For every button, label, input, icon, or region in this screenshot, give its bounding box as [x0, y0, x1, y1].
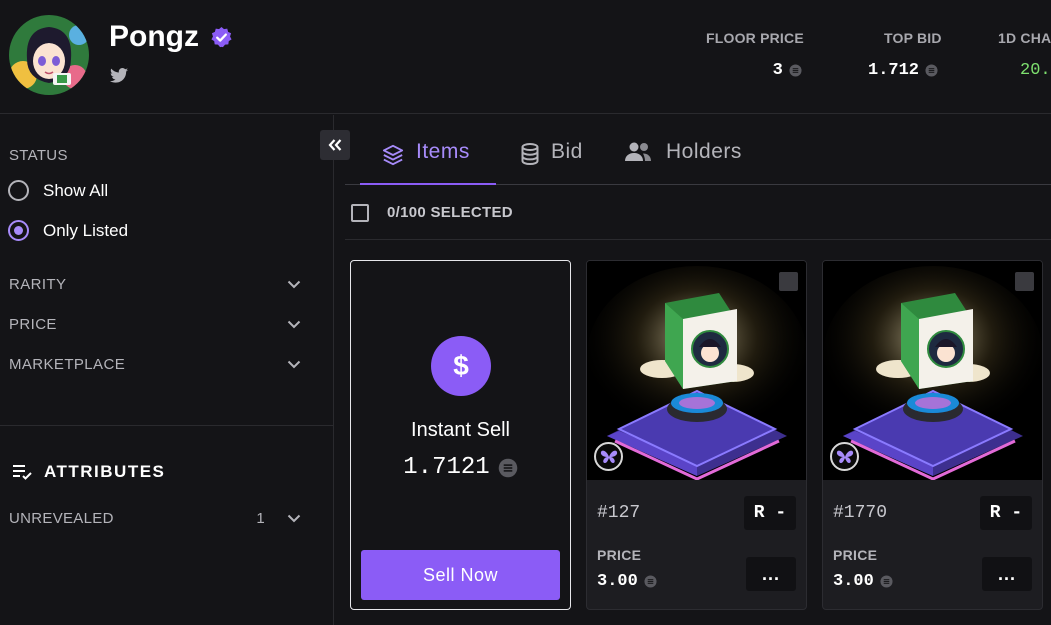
- rank-button[interactable]: R -: [744, 496, 796, 530]
- collection-header: Pongz FLOOR PRICE 3 TOP BID 1.712 1D CHA…: [0, 0, 1051, 114]
- status-option-only-listed[interactable]: Only Listed: [8, 220, 128, 241]
- sol-coin-icon: [925, 64, 938, 77]
- stat-floor-price: FLOOR PRICE 3: [706, 30, 804, 80]
- price-label: PRICE: [597, 547, 642, 563]
- stat-label: TOP BID: [884, 30, 942, 46]
- rank-button[interactable]: R -: [980, 496, 1032, 530]
- attributes-heading: ATTRIBUTES: [12, 462, 165, 482]
- chevron-down-icon: [287, 514, 301, 523]
- tab-label: Holders: [666, 140, 742, 163]
- stat-1d-change: 1D CHA 20.: [998, 30, 1051, 80]
- stat-value: 3: [772, 61, 783, 80]
- filter-rarity[interactable]: RARITY: [9, 276, 301, 293]
- butterfly-icon: [830, 442, 859, 471]
- instant-sell-price: 1.7121: [403, 454, 490, 481]
- collapse-sidebar-button[interactable]: [320, 130, 350, 160]
- twitter-icon[interactable]: [110, 68, 128, 83]
- chevron-down-icon: [287, 360, 301, 369]
- nft-select-checkbox[interactable]: [1015, 272, 1034, 291]
- radio-unselected[interactable]: [8, 180, 29, 201]
- status-option-label: Show All: [43, 180, 109, 200]
- selection-count: 0/100 SELECTED: [387, 204, 513, 221]
- nft-price: 3.00: [833, 572, 874, 591]
- double-chevron-left-icon: [328, 139, 342, 151]
- nft-card[interactable]: #1770 R - PRICE 3.00 ...: [822, 260, 1043, 610]
- tab-items[interactable]: Items: [360, 140, 496, 185]
- stat-label: 1D CHA: [998, 30, 1051, 46]
- sol-coin-icon: [789, 64, 802, 77]
- chevron-down-icon: [287, 280, 301, 289]
- tab-bid[interactable]: Bid: [521, 140, 583, 185]
- nft-select-checkbox[interactable]: [779, 272, 798, 291]
- select-all-checkbox[interactable]: [351, 203, 369, 222]
- stat-value: 1.712: [868, 61, 920, 80]
- tab-label: Items: [416, 140, 470, 163]
- nft-card[interactable]: #127 R - PRICE 3.00 ...: [586, 260, 807, 610]
- more-options-button[interactable]: ...: [746, 557, 796, 591]
- users-icon: [625, 142, 651, 161]
- instant-sell-title: Instant Sell: [411, 419, 510, 441]
- dollar-icon: $: [431, 336, 491, 396]
- sell-now-button[interactable]: Sell Now: [361, 550, 560, 600]
- filter-price[interactable]: PRICE: [9, 316, 301, 333]
- nft-id: #127: [597, 503, 641, 523]
- nft-price: 3.00: [597, 572, 638, 591]
- collection-name: Pongz: [109, 20, 199, 53]
- checklist-icon: [13, 465, 32, 480]
- more-options-button[interactable]: ...: [982, 557, 1032, 591]
- sidebar-divider: [0, 425, 334, 426]
- stat-top-bid: TOP BID 1.712: [868, 30, 942, 80]
- nft-id: #1770: [833, 503, 888, 523]
- price-label: PRICE: [833, 547, 878, 563]
- attribute-unrevealed[interactable]: UNREVEALED 1: [9, 510, 301, 527]
- sol-coin-icon: [880, 575, 893, 588]
- butterfly-icon: [594, 442, 623, 471]
- chevron-down-icon: [287, 320, 301, 329]
- status-option-label: Only Listed: [43, 220, 129, 240]
- status-title: STATUS: [9, 147, 68, 164]
- radio-selected[interactable]: [8, 220, 29, 241]
- attributes-title: ATTRIBUTES: [44, 462, 166, 481]
- attribute-count: 1: [256, 510, 265, 527]
- filter-label: MARKETPLACE: [9, 356, 126, 373]
- filter-marketplace[interactable]: MARKETPLACE: [9, 356, 301, 373]
- collection-avatar: [9, 15, 89, 95]
- verified-badge-icon: [211, 26, 232, 48]
- stat-label: FLOOR PRICE: [706, 30, 804, 46]
- layers-icon: [382, 144, 404, 166]
- tab-label: Bid: [551, 140, 583, 163]
- tab-holders[interactable]: Holders: [624, 140, 742, 185]
- sol-coin-icon: [644, 575, 657, 588]
- status-option-show-all[interactable]: Show All: [8, 180, 108, 201]
- stat-value: 20.: [1020, 61, 1051, 80]
- selection-bar: 0/100 SELECTED: [345, 186, 1051, 240]
- instant-sell-card: $ Instant Sell 1.7121 Sell Now: [350, 260, 571, 610]
- database-icon: [521, 143, 539, 165]
- attribute-label: UNREVEALED: [9, 510, 114, 527]
- sol-coin-icon: [498, 458, 517, 477]
- filter-sidebar: STATUS Show All Only Listed RARITY PRICE…: [0, 115, 334, 625]
- content-tabs: Items Bid Holders: [345, 130, 1051, 185]
- filter-label: RARITY: [9, 276, 67, 293]
- filter-label: PRICE: [9, 316, 57, 333]
